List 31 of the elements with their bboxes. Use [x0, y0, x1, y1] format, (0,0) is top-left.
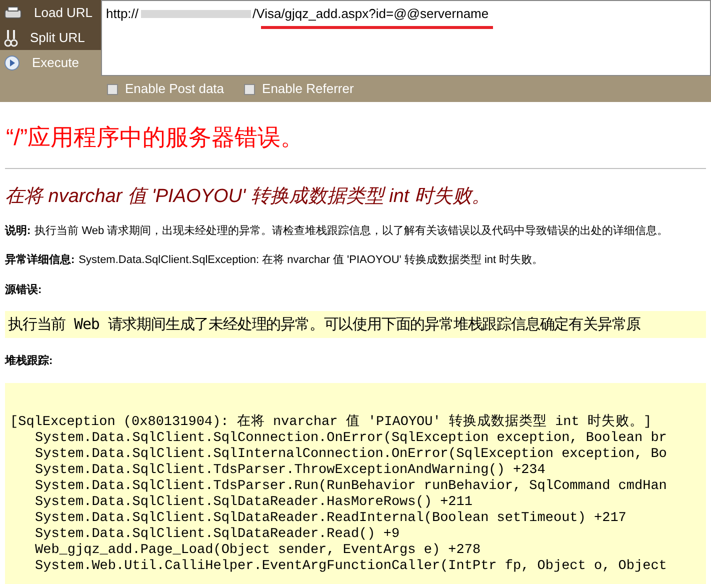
error-message: 在将 nvarchar 值 'PIAOYOU' 转换成数据类型 int 时失败。: [5, 184, 492, 208]
code-line: System.Data.SqlClient.SqlDataReader.Read() +9: [35, 527, 400, 543]
section-text: System.Data.SqlClient.SqlException: 在将 nvarchar 值 'PIAOYOU' 转换成数据类型 int 时失败。: [78, 252, 544, 268]
url-text: http://: [106, 5, 139, 23]
code-line: Web_gjqz_add.Page_Load(Object sender, EventArgs e) +278: [35, 543, 481, 559]
code-line: System.Data.SqlClient.TdsParser.Run(RunBehavior runBehavior, SqlCommand cmdHan: [35, 479, 667, 495]
section-text: 执行当前 Web 请求期间，出现未经处理的异常。请检查堆栈跟踪信息，以了解有关该错误以及代码中导致错误的出处的详细信息。: [34, 224, 668, 239]
section-label: 异常详细信息:: [5, 252, 75, 268]
printer-icon: [4, 6, 22, 20]
checkbox[interactable]: [107, 84, 118, 94]
url-field[interactable]: http:// /Visa/gjqz_add.aspx?id=@@servername: [101, 0, 711, 76]
code-line: System.Data.SqlClient.SqlDataReader.ReadInternal(Boolean setTimeout) +217: [35, 511, 626, 527]
code-line: System.Web.Util.CalliHelper.EventArgFunctionCaller(IntPtr fp, Object o, Object: [35, 559, 667, 575]
scissors-icon: [4, 28, 18, 46]
code-line: [SqlException (0x80131904): 在将 nvarchar 值 'PIAOYOU' 转换成数据类型 int 时失败。]: [10, 415, 652, 431]
toolbar-button[interactable]: Load URL: [0, 0, 101, 25]
section-label: 源错误:: [5, 283, 43, 298]
code-line: System.Data.SqlClient.TdsParser.ThrowExceptionAndWarning() +234: [35, 463, 546, 479]
code-line: System.Data.SqlClient.SqlInternalConnection.OnError(SqlException exception, Bo: [35, 447, 667, 463]
section-label: 堆栈跟踪:: [5, 354, 54, 368]
section-label: 说明:: [5, 224, 31, 239]
checkbox-label: Enable Post data: [125, 80, 224, 98]
code-text: 执行当前 Web 请求期间生成了未经处理的异常。可以使用下面的异常堆栈跟踪信息确定有关异常原: [8, 314, 641, 335]
checkbox[interactable]: [244, 84, 256, 94]
toolbar-button[interactable]: Split URL: [0, 25, 101, 50]
play-icon: [4, 54, 20, 70]
url-text: /Visa/gjqz_add.aspx?id=@@servername: [252, 5, 489, 23]
error-title: “/”应用程序中的服务器错误。: [6, 123, 305, 152]
checkbox-label: Enable Referrer: [262, 80, 354, 98]
code-line: System.Data.SqlClient.SqlConnection.OnError(SqlException exception, Boolean br: [35, 431, 667, 447]
code-line: System.Data.SqlClient.SqlDataReader.HasMoreRows() +211: [35, 495, 472, 511]
